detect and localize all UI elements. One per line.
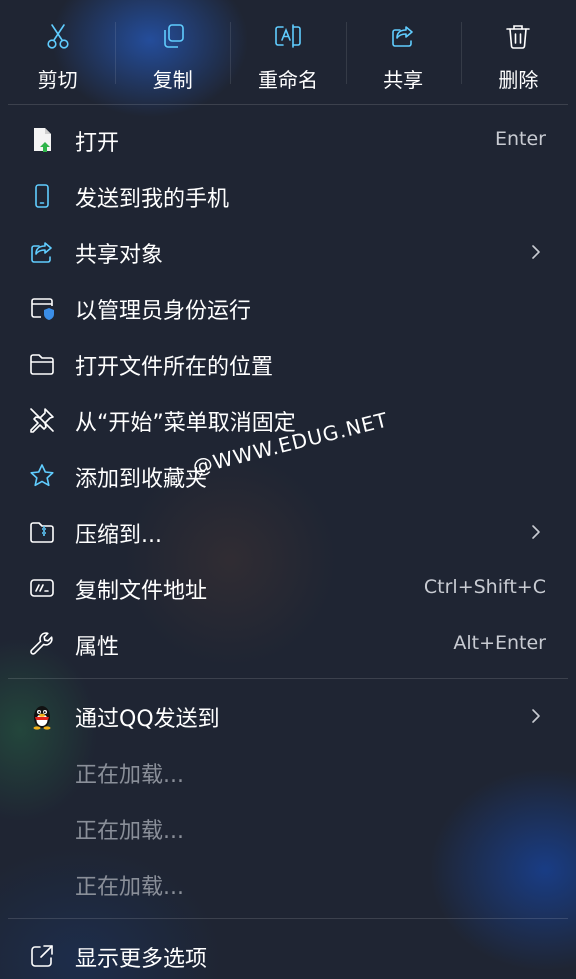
context-toolbar: 剪切 复制 重命名 共享 删除 (0, 0, 576, 104)
delete-button[interactable]: 删除 (460, 0, 576, 104)
menu-item-compress[interactable]: 压缩到... (0, 504, 576, 560)
trash-icon (504, 22, 532, 50)
copy-path-icon (28, 574, 56, 602)
zip-folder-icon (28, 518, 56, 546)
menu-item-loading: 正在加载... (0, 800, 576, 856)
phone-icon (28, 182, 56, 210)
divider (8, 678, 568, 679)
menu-item-send-to-phone[interactable]: 发送到我的手机 (0, 168, 576, 224)
divider (8, 104, 568, 105)
menu-item-label: 从“开始”菜单取消固定 (75, 411, 296, 436)
rename-icon (274, 22, 302, 50)
menu-item-label: 属性 (75, 635, 120, 660)
menu-item-label: 共享对象 (75, 243, 164, 268)
qq-penguin-icon (28, 702, 56, 730)
share-button[interactable]: 共享 (345, 0, 461, 104)
menu-item-run-as-admin[interactable]: 以管理员身份运行 (0, 280, 576, 336)
menu-item-loading: 正在加载... (0, 856, 576, 912)
open-external-icon (28, 942, 56, 970)
cut-button[interactable]: 剪切 (0, 0, 115, 104)
menu-item-label: 打开 (75, 131, 120, 156)
rename-button[interactable]: 重命名 (230, 0, 345, 104)
menu-item-more-options[interactable]: 显示更多选项 (0, 928, 576, 979)
shortcut-text: Ctrl+Shift+C (423, 576, 546, 598)
unpin-icon (28, 406, 56, 434)
admin-shield-icon (28, 294, 56, 322)
chevron-right-icon (530, 523, 542, 541)
share-icon (28, 238, 56, 266)
menu-item-loading: 正在加载... (0, 744, 576, 800)
copy-label: 复制 (152, 68, 193, 92)
share-icon (389, 22, 417, 50)
copy-icon (159, 22, 187, 50)
menu-item-properties[interactable]: 属性 Alt+Enter (0, 616, 576, 672)
menu-item-label: 以管理员身份运行 (75, 299, 252, 324)
shortcut-text: Alt+Enter (453, 632, 546, 654)
menu-item-open[interactable]: 打开 Enter (0, 112, 576, 168)
chevron-right-icon (530, 707, 542, 725)
menu-item-label: 正在加载... (75, 875, 184, 900)
star-icon (28, 462, 56, 490)
wrench-icon (28, 630, 56, 658)
menu-item-label: 发送到我的手机 (75, 187, 230, 212)
chevron-right-icon (530, 243, 542, 261)
share-label: 共享 (383, 68, 424, 92)
shortcut-text: Enter (495, 128, 546, 150)
open-file-icon (28, 126, 56, 154)
menu-item-label: 压缩到... (75, 523, 162, 548)
menu-item-label: 显示更多选项 (75, 947, 208, 972)
menu-item-label: 添加到收藏夹 (75, 467, 208, 492)
rename-label: 重命名 (257, 68, 318, 92)
menu-item-copy-path[interactable]: 复制文件地址 Ctrl+Shift+C (0, 560, 576, 616)
menu-item-add-favorites[interactable]: 添加到收藏夹 (0, 448, 576, 504)
cut-label: 剪切 (37, 68, 78, 92)
menu-item-label: 通过QQ发送到 (75, 707, 220, 732)
menu-item-open-location[interactable]: 打开文件所在的位置 (0, 336, 576, 392)
menu-item-share-object[interactable]: 共享对象 (0, 224, 576, 280)
divider (8, 918, 568, 919)
scissors-icon (44, 22, 72, 50)
copy-button[interactable]: 复制 (115, 0, 230, 104)
context-menu: 剪切 复制 重命名 共享 删除 打开 Enter 发送到我的手机 共享对象 以管… (0, 0, 576, 979)
folder-icon (28, 350, 56, 378)
menu-item-label: 正在加载... (75, 819, 184, 844)
menu-item-send-qq[interactable]: 通过QQ发送到 (0, 688, 576, 744)
menu-item-label: 打开文件所在的位置 (75, 355, 274, 380)
delete-label: 删除 (498, 68, 539, 92)
menu-item-label: 复制文件地址 (75, 579, 208, 604)
menu-item-label: 正在加载... (75, 763, 184, 788)
